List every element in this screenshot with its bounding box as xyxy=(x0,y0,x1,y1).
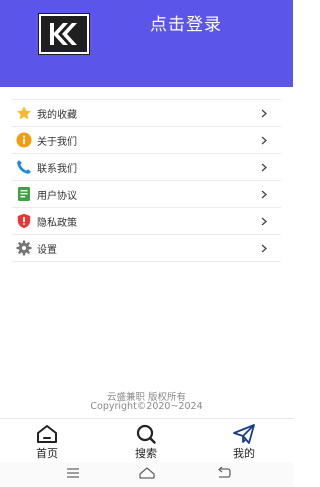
menu-item-label: 用户协议 xyxy=(37,191,77,202)
info-icon xyxy=(16,132,32,148)
menu-item-user-agreement[interactable]: 用户协议 xyxy=(12,180,281,207)
k-logo-icon xyxy=(38,13,90,55)
chevron-right-icon xyxy=(261,244,267,253)
home-icon xyxy=(37,425,57,443)
chevron-right-icon xyxy=(261,163,267,172)
menu-item-favorites[interactable]: 我的收藏 xyxy=(12,99,281,126)
menu-item-label: 设置 xyxy=(37,245,57,256)
chevron-right-icon xyxy=(261,136,267,145)
menu-item-settings[interactable]: 设置 xyxy=(12,234,281,262)
phone-icon xyxy=(17,160,31,174)
menu-item-label: 联系我们 xyxy=(37,164,77,175)
settings-menu: 我的收藏 关于我们 联系我们 用户协议 隐私政策 设置 xyxy=(12,99,281,262)
login-link[interactable]: 点击登录 xyxy=(150,10,222,35)
menu-item-contact[interactable]: 联系我们 xyxy=(12,153,281,180)
chevron-right-icon xyxy=(261,109,267,118)
bottom-tab-bar: 首页 搜索 我的 xyxy=(0,418,293,463)
gear-icon xyxy=(16,240,32,256)
tab-label: 搜索 xyxy=(135,447,157,460)
star-icon xyxy=(17,106,31,120)
profile-header: 点击登录 xyxy=(0,0,293,87)
tab-label: 我的 xyxy=(233,447,255,460)
back-icon[interactable] xyxy=(216,466,232,480)
document-icon xyxy=(18,187,30,201)
tab-home[interactable]: 首页 xyxy=(17,419,77,463)
system-navigation-bar xyxy=(0,462,293,487)
menu-item-privacy-policy[interactable]: 隐私政策 xyxy=(12,207,281,234)
tab-mine[interactable]: 我的 xyxy=(214,419,274,463)
copyright-line-2: Copyright©2020~2024 xyxy=(90,401,203,412)
paper-plane-icon xyxy=(233,424,255,444)
menu-item-about[interactable]: 关于我们 xyxy=(12,126,281,153)
tab-search[interactable]: 搜索 xyxy=(116,419,176,463)
menu-item-label: 关于我们 xyxy=(37,137,77,148)
menu-item-label: 我的收藏 xyxy=(37,110,77,121)
menu-item-label: 隐私政策 xyxy=(37,218,77,229)
menu-icon[interactable] xyxy=(66,466,80,480)
home-icon[interactable] xyxy=(138,466,156,480)
tab-label: 首页 xyxy=(36,447,58,460)
chevron-right-icon xyxy=(261,217,267,226)
shield-icon xyxy=(17,213,31,229)
search-icon xyxy=(136,424,156,444)
chevron-right-icon xyxy=(261,190,267,199)
